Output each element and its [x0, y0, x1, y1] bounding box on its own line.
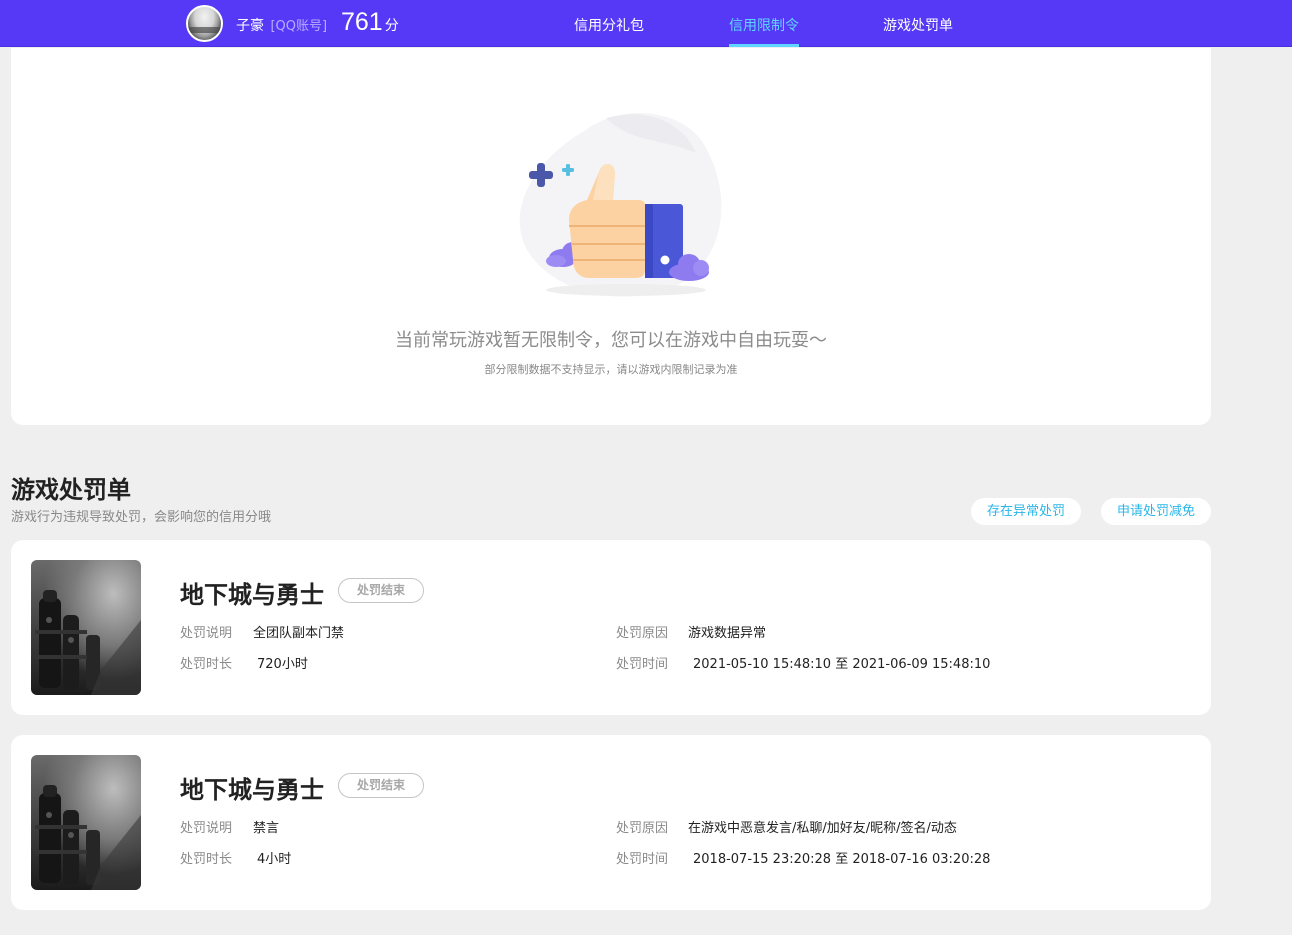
reason-label: 处罚原因	[616, 626, 669, 641]
report-abnormal-penalty-button[interactable]: 存在异常处罚	[971, 498, 1081, 525]
credit-score-value: 761	[341, 8, 383, 36]
tab-restriction-order[interactable]: 信用限制令	[729, 15, 799, 35]
empty-state-title: 当前常玩游戏暂无限制令，您可以在游戏中自由玩耍～	[395, 330, 827, 351]
user-name: 子豪 [QQ账号]	[236, 15, 327, 35]
user-avatar[interactable]	[186, 5, 223, 42]
empty-state-subtitle: 部分限制数据不支持显示，请以游戏内限制记录为准	[484, 363, 738, 376]
tab-credit-gift[interactable]: 信用分礼包	[574, 15, 644, 35]
time-value: 2018-07-15 23:20:28 至 2018-07-16 03:20:2…	[693, 852, 991, 867]
section-title: 游戏处罚单	[11, 476, 131, 504]
reason-label: 处罚原因	[616, 821, 669, 836]
credit-score: 761 分	[341, 8, 399, 37]
status-badge: 处罚结束	[338, 578, 424, 603]
restriction-empty-card: 当前常玩游戏暂无限制令，您可以在游戏中自由玩耍～ 部分限制数据不支持显示，请以游…	[11, 48, 1211, 425]
description-value: 全团队副本门禁	[253, 626, 345, 641]
duration-value: 720小时	[257, 657, 308, 672]
duration-label: 处罚时长	[180, 657, 233, 672]
apply-penalty-reduction-button[interactable]: 申请处罚减免	[1101, 498, 1211, 525]
penalty-card: 地下城与勇士 处罚结束 处罚说明 禁言 处罚时长 4小时 处罚原因 在游戏中恶意…	[11, 735, 1211, 910]
reason-value: 游戏数据异常	[688, 626, 767, 641]
game-name: 地下城与勇士	[180, 581, 324, 609]
active-tab-indicator	[729, 44, 799, 47]
credit-score-unit: 分	[384, 18, 399, 34]
game-cover-image	[31, 755, 141, 890]
description-label: 处罚说明	[180, 626, 233, 641]
section-subtitle: 游戏行为违规导致处罚，会影响您的信用分哦	[11, 510, 272, 525]
description-value: 禁言	[253, 821, 280, 836]
description-label: 处罚说明	[180, 821, 233, 836]
account-type-label: [QQ账号]	[270, 19, 328, 34]
duration-label: 处罚时长	[180, 852, 233, 867]
tab-penalty-list[interactable]: 游戏处罚单	[883, 15, 953, 35]
time-label: 处罚时间	[616, 657, 669, 672]
status-badge: 处罚结束	[338, 773, 424, 798]
penalty-card: 地下城与勇士 处罚结束 处罚说明 全团队副本门禁 处罚时长 720小时 处罚原因…	[11, 540, 1211, 715]
game-cover-image	[31, 560, 141, 695]
duration-value: 4小时	[257, 852, 292, 867]
reason-value: 在游戏中恶意发言/私聊/加好友/昵称/签名/动态	[688, 821, 957, 836]
user-name-text: 子豪	[236, 18, 264, 34]
thumbs-up-icon	[519, 113, 722, 297]
game-name: 地下城与勇士	[180, 776, 324, 804]
time-value: 2021-05-10 15:48:10 至 2021-06-09 15:48:1…	[693, 657, 991, 672]
time-label: 处罚时间	[616, 852, 669, 867]
top-nav-bar: 子豪 [QQ账号] 761 分 信用分礼包 信用限制令 游戏处罚单	[0, 0, 1292, 47]
